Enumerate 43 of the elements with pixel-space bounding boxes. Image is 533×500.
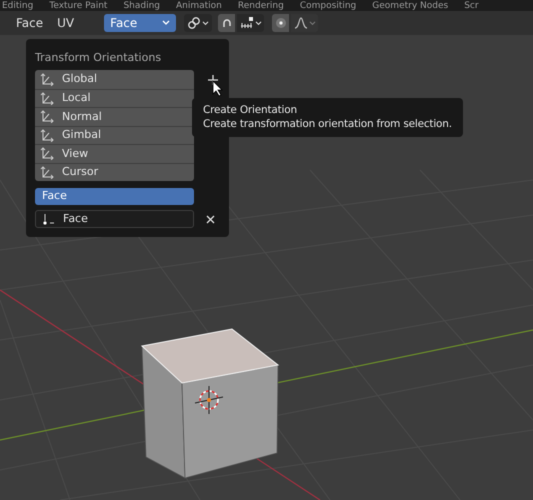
- proportional-editing-toggle[interactable]: [272, 14, 290, 32]
- workspace-tab[interactable]: Rendering: [238, 1, 284, 11]
- axes-icon: [40, 72, 54, 86]
- custom-orientation-option[interactable]: Face: [35, 188, 194, 205]
- increment-snap-icon: [240, 17, 254, 29]
- workspace-tab[interactable]: Compositing: [300, 1, 356, 11]
- orientation-option[interactable]: Global: [35, 70, 194, 88]
- snap-target-dropdown[interactable]: [237, 14, 264, 32]
- name-field[interactable]: Face: [35, 210, 194, 228]
- workspace-tab[interactable]: Geometry Nodes: [372, 1, 448, 11]
- link-icon: [187, 16, 202, 30]
- pivot-point-button[interactable]: [184, 14, 212, 32]
- face-axes-icon: [41, 212, 55, 226]
- chevron-icon: [202, 20, 210, 26]
- orientation-dropdown[interactable]: Face: [104, 14, 176, 32]
- mouse-pointer-icon: [212, 80, 224, 97]
- close-icon[interactable]: [206, 214, 215, 224]
- tooltip-description: Create transformation orientation from selection.: [203, 117, 452, 131]
- axes-icon: [40, 166, 54, 179]
- 3d-cursor-icon: [194, 386, 224, 414]
- axes-icon: [40, 128, 54, 142]
- falloff-curve-icon: [294, 17, 308, 29]
- chevron-icon: [254, 20, 262, 26]
- workspace-tab[interactable]: Shading: [123, 1, 160, 11]
- workspace-tab[interactable]: Editing: [2, 1, 34, 11]
- menu-item[interactable]: UV: [51, 12, 80, 34]
- chevron-icon: [162, 20, 170, 26]
- chevron-icon: [308, 20, 316, 26]
- orientation-option[interactable]: View: [35, 144, 194, 162]
- tooltip-title: Create Orientation: [203, 103, 297, 117]
- falloff-dropdown[interactable]: [291, 14, 318, 32]
- workspace-tab[interactable]: Texture Paint: [49, 1, 108, 11]
- workspace-tab[interactable]: Animation: [176, 1, 222, 11]
- snap-toggle[interactable]: [218, 14, 236, 32]
- menu-item[interactable]: Face: [10, 12, 50, 34]
- workspace-tab[interactable]: Scr: [464, 1, 479, 11]
- target-circle-icon: [274, 17, 287, 29]
- magnet-icon: [220, 17, 233, 29]
- axes-icon: [40, 92, 54, 105]
- axes-icon: [40, 147, 54, 160]
- orientation-option[interactable]: Cursor: [35, 162, 194, 181]
- popup-title: Transform Orientations: [35, 51, 162, 65]
- axes-icon: [40, 110, 54, 124]
